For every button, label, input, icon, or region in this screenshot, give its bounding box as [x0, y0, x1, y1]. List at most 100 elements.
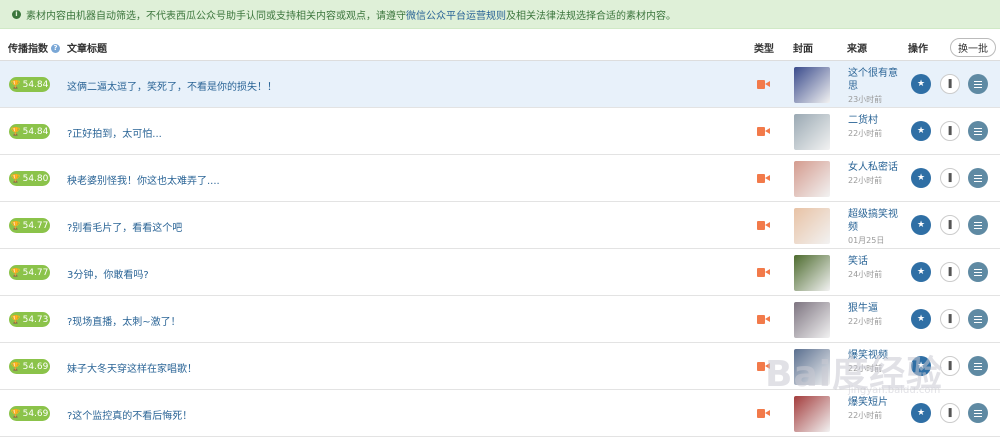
list-icon [974, 268, 982, 276]
cover-thumbnail[interactable] [794, 255, 830, 291]
star-button[interactable]: ★ [911, 168, 931, 188]
article-title-link[interactable]: ?这个监控真的不看后悔死！ [67, 407, 192, 422]
refresh-button[interactable]: 换一批 [950, 38, 996, 57]
source-cell: 爆笑短片 22小时前 [848, 396, 906, 421]
menu-button[interactable] [968, 74, 988, 94]
source-link[interactable]: 爆笑视频 [848, 349, 906, 362]
cover-thumbnail[interactable] [794, 208, 830, 244]
dislike-button[interactable]: ❚ [940, 356, 960, 376]
score-badge: 🏆 54.80 [9, 171, 50, 186]
source-link[interactable]: 超级搞笑视频 [848, 208, 906, 234]
dislike-button[interactable]: ❚ [940, 215, 960, 235]
star-button[interactable]: ★ [911, 215, 931, 235]
score-value: 54.69 [22, 408, 49, 419]
menu-button[interactable] [968, 309, 988, 329]
menu-button[interactable] [968, 121, 988, 141]
source-cell: 这个很有意思 23小时前 [848, 67, 906, 105]
table-header: 传播指数? 文章标题 类型 封面 来源 操作 换一批 [0, 34, 1000, 61]
article-title-link[interactable]: 秧老婆别怪我！你这也太难弄了.... [67, 172, 220, 187]
source-cell: 超级搞笑视频 01月25日 [848, 208, 906, 246]
trophy-icon: 🏆 [10, 315, 21, 324]
trophy-icon: 🏆 [10, 268, 21, 277]
star-button[interactable]: ★ [911, 309, 931, 329]
menu-button[interactable] [968, 262, 988, 282]
video-icon [757, 221, 770, 230]
cover-thumbnail[interactable] [794, 114, 830, 150]
dislike-button[interactable]: ❚ [940, 168, 960, 188]
source-link[interactable]: 二货村 [848, 114, 906, 127]
thumbs-down-icon: ❚ [946, 267, 954, 277]
star-icon: ★ [916, 173, 926, 183]
star-button[interactable]: ★ [911, 74, 931, 94]
cover-thumbnail[interactable] [794, 396, 830, 432]
article-title-link[interactable]: ?正好拍到，太可怕... [67, 125, 162, 140]
cover-thumbnail[interactable] [794, 302, 830, 338]
table-row: 🏆 54.69 ?这个监控真的不看后悔死！ 爆笑短片 22小时前 ★ ❚ [0, 390, 1000, 437]
dislike-button[interactable]: ❚ [940, 74, 960, 94]
source-link[interactable]: 爆笑短片 [848, 396, 906, 409]
dislike-button[interactable]: ❚ [940, 262, 960, 282]
menu-button[interactable] [968, 356, 988, 376]
cover-thumbnail[interactable] [794, 161, 830, 197]
source-time: 22小时前 [848, 317, 883, 326]
menu-button[interactable] [968, 215, 988, 235]
video-icon [757, 80, 770, 89]
list-icon [974, 221, 982, 229]
video-icon [757, 362, 770, 371]
list-icon [974, 80, 982, 88]
score-badge: 🏆 54.69 [9, 359, 50, 374]
source-link[interactable]: 狠牛逼 [848, 302, 906, 315]
source-link[interactable]: 这个很有意思 [848, 67, 906, 93]
star-button[interactable]: ★ [911, 121, 931, 141]
info-icon: i [12, 9, 21, 19]
source-time: 22小时前 [848, 411, 883, 420]
star-button[interactable]: ★ [911, 356, 931, 376]
header-source: 来源 [847, 43, 867, 55]
dislike-button[interactable]: ❚ [940, 121, 960, 141]
star-button[interactable]: ★ [911, 403, 931, 423]
video-icon [757, 315, 770, 324]
header-index: 传播指数? [8, 40, 60, 55]
source-cell: 狠牛逼 22小时前 [848, 302, 906, 327]
star-icon: ★ [916, 79, 926, 89]
score-badge: 🏆 54.77 [9, 218, 50, 233]
list-icon [974, 315, 982, 323]
dislike-button[interactable]: ❚ [940, 309, 960, 329]
score-value: 54.77 [22, 220, 49, 231]
header-actions: 操作 [908, 43, 928, 55]
source-link[interactable]: 女人私密话 [848, 161, 906, 174]
article-title-link[interactable]: 这俩二逼太逗了，笑死了，不看是你的损失！！ [67, 78, 277, 93]
header-cover: 封面 [793, 43, 813, 55]
help-icon[interactable]: ? [51, 44, 60, 53]
rules-link[interactable]: 微信公众平台运营规则 [406, 7, 506, 22]
score-value: 54.69 [22, 361, 49, 372]
menu-button[interactable] [968, 403, 988, 423]
trophy-icon: 🏆 [10, 221, 21, 230]
cover-thumbnail[interactable] [794, 67, 830, 103]
thumbs-down-icon: ❚ [946, 173, 954, 183]
dislike-button[interactable]: ❚ [940, 403, 960, 423]
source-link[interactable]: 笑话 [848, 255, 906, 268]
article-title-link[interactable]: ?现场直播，太刺~激了！ [67, 313, 181, 328]
article-title-link[interactable]: 3分钟，你敢看吗? [67, 266, 149, 281]
table-row: 🏆 54.80 秧老婆别怪我！你这也太难弄了.... 女人私密话 22小时前 ★… [0, 155, 1000, 202]
source-time: 22小时前 [848, 364, 883, 373]
cover-thumbnail[interactable] [794, 349, 830, 385]
score-badge: 🏆 54.84 [9, 77, 50, 92]
table-row: 🏆 54.73 ?现场直播，太刺~激了！ 狠牛逼 22小时前 ★ ❚ [0, 296, 1000, 343]
notice-text-before: 素材内容由机器自动筛选，不代表西瓜公众号助手认同或支持相关内容或观点，请遵守 [26, 10, 406, 22]
menu-button[interactable] [968, 168, 988, 188]
thumbs-down-icon: ❚ [946, 220, 954, 230]
article-table: 传播指数? 文章标题 类型 封面 来源 操作 换一批 🏆 54.84 这俩二逼太… [0, 34, 1000, 437]
article-title-link[interactable]: ?别看毛片了，看看这个吧 [67, 219, 182, 234]
header-type: 类型 [754, 43, 774, 55]
table-row: 🏆 54.84 这俩二逼太逗了，笑死了，不看是你的损失！！ 这个很有意思 23小… [0, 61, 1000, 108]
video-icon [757, 174, 770, 183]
source-cell: 笑话 24小时前 [848, 255, 906, 280]
trophy-icon: 🏆 [10, 80, 21, 89]
thumbs-down-icon: ❚ [946, 126, 954, 136]
star-icon: ★ [916, 361, 926, 371]
thumbs-down-icon: ❚ [946, 314, 954, 324]
star-button[interactable]: ★ [911, 262, 931, 282]
article-title-link[interactable]: 妹子大冬天穿这样在家唱歌！ [67, 360, 197, 375]
